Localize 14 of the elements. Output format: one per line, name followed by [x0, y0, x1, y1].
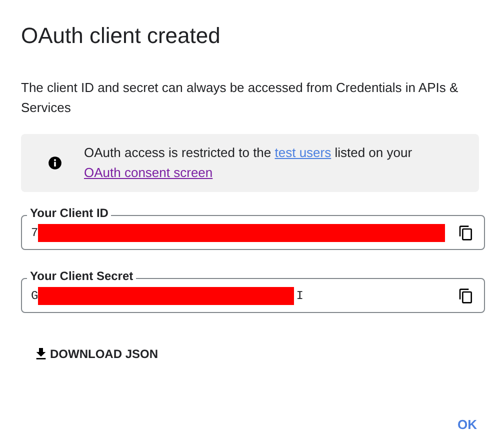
- field-label: Your Client Secret: [27, 269, 136, 283]
- field-value: I: [296, 288, 304, 304]
- download-json-button[interactable]: DOWNLOAD JSON: [33, 342, 158, 366]
- dialog-title: OAuth client created: [21, 22, 222, 50]
- notice-text: OAuth access is restricted to the test users listed on your OAuth consent screen: [84, 144, 414, 182]
- copy-icon[interactable]: [458, 288, 474, 304]
- field-value: G: [31, 288, 38, 304]
- description-text: The client ID and secret can always be accessed from Credentials in APIs & Services: [21, 79, 460, 117]
- field-value: 7: [31, 224, 38, 242]
- info-icon: [48, 156, 62, 170]
- field-label: Your Client ID: [27, 206, 112, 220]
- notice-link[interactable]: OAuth consent screen: [84, 165, 213, 180]
- copy-icon[interactable]: [458, 224, 474, 240]
- ok-button[interactable]: OK: [456, 414, 479, 434]
